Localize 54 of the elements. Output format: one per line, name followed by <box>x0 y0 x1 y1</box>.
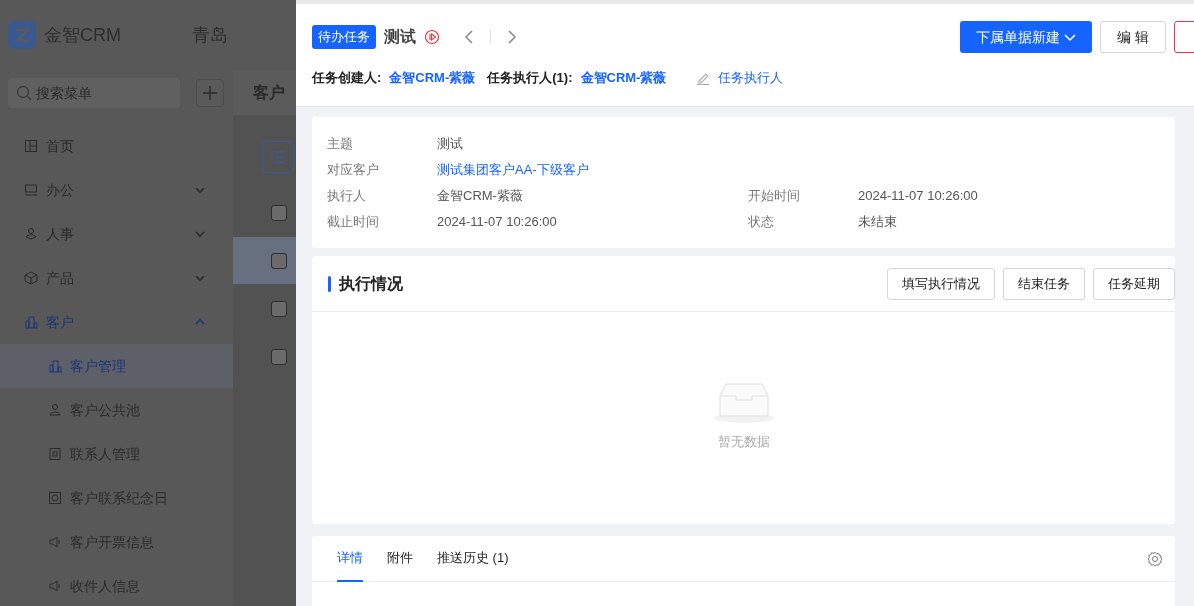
chevron-down-icon <box>1064 31 1077 43</box>
row-checkbox[interactable] <box>271 348 287 365</box>
field-label: 执行人 <box>327 187 367 205</box>
field-label: 主题 <box>327 135 354 153</box>
task-title: 测试 <box>384 27 416 47</box>
empty-inbox-icon <box>711 382 776 424</box>
tab[interactable]: 附件 <box>387 535 413 582</box>
search-icon <box>16 85 32 101</box>
section-title: 执行情况 <box>339 273 404 294</box>
settings-icon[interactable] <box>1147 550 1163 567</box>
person-icon <box>24 227 38 241</box>
cube-icon <box>24 271 38 285</box>
list-icon <box>271 151 285 163</box>
executor-link[interactable]: 金智CRM-紫薇 <box>580 68 667 88</box>
field-value: 2024-11-07 10:26:00 <box>858 187 979 205</box>
dropdown-button[interactable]: 下属单据新建 <box>960 21 1093 53</box>
chevron-right-icon[interactable] <box>507 29 517 45</box>
creator-link[interactable]: 金智CRM-紫薇 <box>389 68 476 88</box>
table-row[interactable] <box>233 237 296 285</box>
creator-label: 任务创建人: <box>312 69 382 87</box>
action-button[interactable]: 结束任务 <box>1003 267 1085 300</box>
field-value: 测试 <box>437 135 464 153</box>
assign-executor-link[interactable]: 任务执行人 <box>718 68 784 88</box>
monitor-icon <box>24 183 38 197</box>
edit-button[interactable]: 编 辑 <box>1100 21 1166 53</box>
logo-icon <box>8 21 36 49</box>
action-button[interactable]: 填写执行情况 <box>887 267 995 300</box>
executor-label: 任务执行人(1): <box>487 69 573 87</box>
section-marker <box>328 275 331 292</box>
row-checkbox[interactable] <box>271 300 287 317</box>
status-tag: 待办任务 <box>312 25 376 49</box>
play-circle-icon <box>424 29 440 45</box>
field-value: 金智CRM-紫薇 <box>437 187 524 205</box>
field-value: 未结束 <box>858 213 898 231</box>
field-label: 开始时间 <box>748 187 801 205</box>
layout-icon <box>24 139 38 153</box>
field-value: 2024-11-07 10:26:00 <box>437 213 558 231</box>
speaker-icon <box>48 579 62 593</box>
empty-text: 暂无数据 <box>717 433 770 451</box>
bar-chart-icon <box>24 315 38 329</box>
bar-chart-icon <box>48 359 62 373</box>
row-checkbox[interactable] <box>271 204 287 221</box>
plus-icon <box>203 86 217 100</box>
tab[interactable]: 推送历史 (1) <box>437 535 509 582</box>
field-label: 状态 <box>748 213 775 231</box>
tab[interactable]: 详情 <box>337 535 363 582</box>
field-label: 对应客户 <box>327 161 380 179</box>
speaker-icon <box>48 535 62 549</box>
field-link[interactable]: 测试集团客户AA-下级客户 <box>437 157 748 183</box>
field-label: 截止时间 <box>327 213 380 231</box>
row-checkbox[interactable] <box>271 252 287 269</box>
action-button[interactable]: 任务延期 <box>1093 267 1175 300</box>
add-button[interactable] <box>196 79 224 107</box>
chevron-left-icon[interactable] <box>464 29 474 45</box>
